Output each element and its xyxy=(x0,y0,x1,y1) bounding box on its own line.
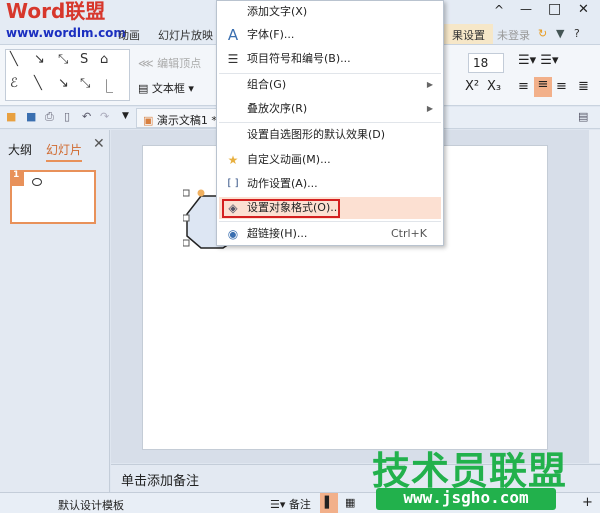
zoom-in-button[interactable]: + xyxy=(582,495,593,510)
menu-item-add-text[interactable]: 添加文字(X) xyxy=(219,1,441,23)
print-preview-icon[interactable]: ▯ xyxy=(64,110,70,123)
tab-slides[interactable]: 幻灯片 xyxy=(46,141,83,162)
textbox-label: 文本框 xyxy=(151,82,185,95)
submenu-arrow-icon: ▶ xyxy=(426,80,433,89)
menu-label: 组合(G) xyxy=(247,78,287,91)
hyperlink-icon: ◉ xyxy=(227,227,239,241)
superscript-button[interactable]: X² xyxy=(465,79,479,94)
login-link[interactable]: 未登录 xyxy=(497,27,530,43)
sync-icon[interactable]: ↻ xyxy=(538,27,547,40)
maximize-button[interactable]: □ xyxy=(548,1,561,17)
menu-item-bullets[interactable]: ☰ 项目符号和编号(B)... xyxy=(219,48,441,70)
justify-button[interactable]: ≣ xyxy=(578,79,589,94)
bullets-button[interactable]: ☰▾ ☰▾ xyxy=(518,53,559,68)
menu-label: 字体(F)... xyxy=(247,28,295,41)
vertical-scrollbar[interactable] xyxy=(589,130,600,463)
watermark-logo-bottom: 技术员联盟 xyxy=(372,449,568,493)
shape-gallery[interactable]: ╲ ↘ ⤡ S ⌂ ℰ ╲ ↘ ⤡ ⎿ xyxy=(5,49,130,101)
menu-label: 自定义动画(M)... xyxy=(247,153,331,166)
align-center-button[interactable]: ≡ xyxy=(534,77,552,97)
tab-slideshow[interactable]: 幻灯片放映 xyxy=(158,27,213,43)
font-icon: A xyxy=(227,26,239,44)
tab-effects[interactable]: 果设置 xyxy=(444,24,493,46)
presentation-icon: ▣ xyxy=(143,114,157,127)
context-menu: 添加文字(X) A 字体(F)... ☰ 项目符号和编号(B)... 组合(G) ▶ … xyxy=(216,0,444,246)
close-panel-icon[interactable]: ✕ xyxy=(93,136,105,152)
adjust-handle xyxy=(197,189,205,197)
document-tab[interactable]: ▣ 演示文稿1 * xyxy=(136,108,224,128)
menu-label: 超链接(H)... xyxy=(247,227,308,240)
menu-separator xyxy=(219,221,441,222)
slide-thumbnail[interactable]: 1 xyxy=(10,170,96,224)
edit-points-icon: ⋘ xyxy=(138,57,158,70)
slides-panel: 大纲 幻灯片 ✕ 1 xyxy=(0,130,110,492)
resize-handle xyxy=(183,214,190,222)
submenu-arrow-icon: ▶ xyxy=(426,104,433,113)
open-icon[interactable]: ■ xyxy=(6,110,16,123)
menu-separator xyxy=(219,122,441,123)
menu-item-hyperlink[interactable]: ◉ 超链接(H)... Ctrl+K xyxy=(219,223,441,245)
help-button[interactable]: ? xyxy=(574,27,580,40)
align-left-button[interactable]: ≡ xyxy=(518,79,529,94)
menu-item-default-shape-effect[interactable]: 设置自选图形的默认效果(D) xyxy=(219,124,441,146)
menu-item-custom-animation[interactable]: ★ 自定义动画(M)... xyxy=(219,149,441,171)
edit-points-label: 编辑顶点 xyxy=(157,57,202,70)
menu-item-format-object[interactable]: ◈ 设置对象格式(O)... xyxy=(219,197,441,219)
notes-placeholder: 单击添加备注 xyxy=(121,474,200,489)
template-name[interactable]: 默认设计模板 xyxy=(58,497,124,513)
textbox-icon: ▤ xyxy=(138,82,152,95)
watermark-url-bottom: www.jsgho.com xyxy=(376,488,556,510)
action-settings-icon: [ ] xyxy=(227,178,239,189)
menu-item-action-settings[interactable]: [ ] 动作设置(A)... xyxy=(219,173,441,195)
tab-animation[interactable]: 动画 xyxy=(118,27,140,43)
document-tab-label: 演示文稿1 * xyxy=(156,114,217,127)
format-object-icon: ◈ xyxy=(228,201,238,215)
menu-item-order[interactable]: 叠放次序(R) ▶ xyxy=(219,98,441,120)
undo-icon[interactable]: ↶ xyxy=(82,110,91,123)
align-right-button[interactable]: ≡ xyxy=(556,79,567,94)
watermark-logo: Word联盟 xyxy=(6,0,106,23)
menu-item-group[interactable]: 组合(G) ▶ xyxy=(219,74,441,96)
shortcut-label: Ctrl+K xyxy=(390,227,427,240)
tab-list-icon[interactable]: ▤ xyxy=(578,110,588,123)
menu-label: 叠放次序(R) xyxy=(247,102,308,115)
tab-outline[interactable]: 大纲 xyxy=(8,141,32,158)
skin-icon[interactable]: ▼ xyxy=(556,27,564,40)
menu-item-font[interactable]: A 字体(F)... xyxy=(219,24,441,46)
textbox-button[interactable]: ▤ 文本框 ▾ xyxy=(138,80,194,96)
subscript-button[interactable]: X₃ xyxy=(487,79,501,94)
save-icon[interactable]: ■ xyxy=(26,110,36,123)
notes-label: 备注 xyxy=(288,498,311,511)
slide-number: 1 xyxy=(10,170,24,186)
collapse-ribbon-button[interactable]: ^ xyxy=(494,3,504,17)
thumbnail-shape xyxy=(32,178,42,186)
customize-dropdown-icon[interactable]: ▼ xyxy=(122,111,129,121)
minimize-button[interactable]: — xyxy=(520,2,532,16)
resize-handle xyxy=(183,239,190,247)
menu-label: 动作设置(A)... xyxy=(247,177,318,190)
custom-animation-icon: ★ xyxy=(227,153,239,167)
resize-handle xyxy=(183,189,190,197)
normal-view-button[interactable]: ▌ xyxy=(320,493,338,513)
sorter-view-button[interactable]: ▦ xyxy=(345,496,355,509)
notes-toggle[interactable]: ☰▾ 备注 xyxy=(270,496,311,512)
menu-label: 添加文字(X) xyxy=(247,5,308,18)
font-size-select[interactable]: 18 xyxy=(468,53,504,73)
bullets-icon: ☰ xyxy=(227,52,239,66)
menu-label: 项目符号和编号(B)... xyxy=(247,52,351,65)
print-icon[interactable]: ⎙ xyxy=(45,110,54,124)
edit-points-button: ⋘ 编辑顶点 xyxy=(138,55,201,71)
redo-icon[interactable]: ↷ xyxy=(100,110,109,123)
close-button[interactable]: ✕ xyxy=(578,2,589,17)
menu-label: 设置自选图形的默认效果(D) xyxy=(247,128,386,141)
watermark-url: www.wordlm.com xyxy=(6,26,126,40)
